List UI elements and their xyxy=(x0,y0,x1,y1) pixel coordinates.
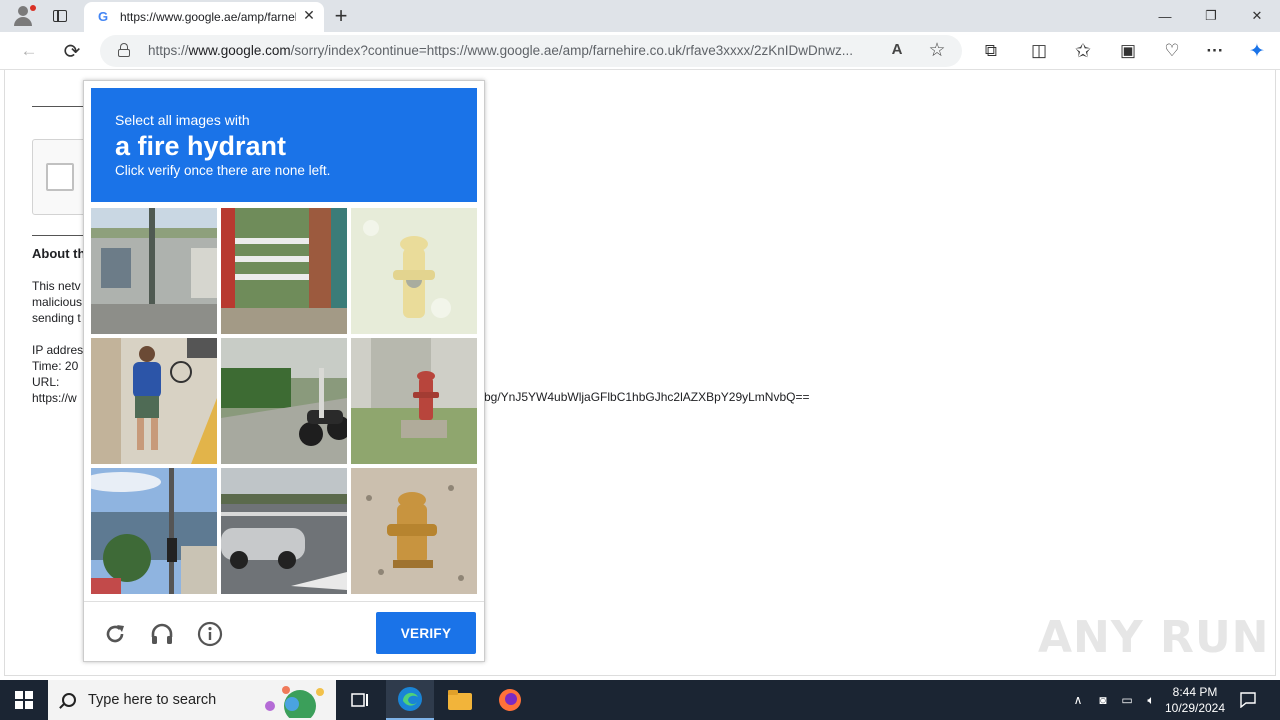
page-text-line: malicious xyxy=(32,295,83,309)
info-icon[interactable] xyxy=(196,620,224,648)
collections-icon[interactable]: ▣ xyxy=(1113,36,1143,66)
more-menu-icon[interactable]: ··· xyxy=(1200,36,1230,66)
notifications-icon[interactable] xyxy=(1234,680,1262,720)
search-icon xyxy=(62,693,76,707)
tray-overflow-icon[interactable]: ∧ xyxy=(1068,680,1088,720)
minimize-button[interactable]: — xyxy=(1142,0,1188,32)
reload-button[interactable]: ⟳ xyxy=(57,36,87,66)
page-text-line: IP addres xyxy=(32,343,84,357)
tile-traffic-light[interactable] xyxy=(91,468,217,594)
taskbar-clock[interactable]: 8:44 PM 10/29/2024 xyxy=(1160,680,1230,720)
favorite-star-icon[interactable]: ☆ xyxy=(926,39,948,61)
page-text-line: https://w xyxy=(32,391,77,405)
address-url[interactable]: https://www.google.com/sorry/index?conti… xyxy=(148,43,878,58)
page-text-line: sending t xyxy=(32,311,81,325)
taskbar-edge-icon[interactable] xyxy=(386,680,434,720)
tile-hydrant-yellow-faded[interactable] xyxy=(351,208,477,334)
tile-man-walking[interactable] xyxy=(91,338,217,464)
search-highlight-icon xyxy=(262,684,332,720)
taskbar-search-box[interactable]: Type here to search xyxy=(48,680,336,720)
taskbar-file-explorer-icon[interactable] xyxy=(436,680,484,720)
page-text-line: Time: 20 xyxy=(32,359,79,373)
tab-title: https://www.google.ae/amp/farnehire.co.u… xyxy=(120,10,296,24)
clock-date: 10/29/2024 xyxy=(1164,701,1226,715)
windows-taskbar: Type here to search ∧ ◙ ▭ 🔈︎ 8:44 PM 10/… xyxy=(0,680,1280,720)
close-window-button[interactable]: ✕ xyxy=(1234,0,1280,32)
browser-essentials-icon[interactable]: ♡ xyxy=(1157,36,1187,66)
browser-toolbar: ← ⟳ https://www.google.com/sorry/index?c… xyxy=(0,32,1280,70)
page-text-line: This netv xyxy=(32,279,81,293)
task-view-icon[interactable] xyxy=(340,680,380,720)
tray-app-icon[interactable]: ◙ xyxy=(1092,680,1114,720)
back-button[interactable]: ← xyxy=(14,36,44,66)
windows-start-icon[interactable] xyxy=(0,680,48,720)
lock-icon[interactable] xyxy=(118,43,130,57)
browser-title-bar: G https://www.google.ae/amp/farnehire.co… xyxy=(0,0,1280,32)
image-grid xyxy=(91,208,478,595)
tile-building-street[interactable] xyxy=(91,208,217,334)
read-aloud-icon[interactable]: A xyxy=(886,41,908,61)
tab-actions-icon[interactable] xyxy=(46,0,74,32)
page-url-tail: bg/YnJ5YW4ubWljaGFlbC1hbGJhc2lAZXBpY29yL… xyxy=(484,390,810,404)
tile-motorcycles[interactable] xyxy=(221,338,347,464)
restore-button[interactable]: ❐ xyxy=(1188,0,1234,32)
tile-car-road[interactable] xyxy=(221,468,347,594)
challenge-header: Select all images with a fire hydrant Cl… xyxy=(91,88,477,202)
verify-button[interactable]: VERIFY xyxy=(376,612,476,654)
tab-close-icon[interactable]: ✕ xyxy=(300,7,318,24)
audio-challenge-icon[interactable] xyxy=(148,620,176,648)
page-text-line: URL: xyxy=(32,375,60,389)
reload-challenge-icon[interactable] xyxy=(101,620,129,648)
new-tab-button[interactable]: + xyxy=(328,0,354,32)
challenge-select-text: Select all images with xyxy=(115,112,250,128)
challenge-footer: VERIFY xyxy=(84,601,484,661)
recaptcha-checkbox[interactable] xyxy=(46,163,74,191)
network-icon[interactable]: ▭ xyxy=(1116,680,1138,720)
tile-hydrant-yellow[interactable] xyxy=(351,468,477,594)
google-favicon-icon: G xyxy=(97,9,109,24)
recaptcha-challenge: Select all images with a fire hydrant Cl… xyxy=(83,80,485,662)
profile-icon[interactable] xyxy=(8,0,40,32)
anyrun-watermark: ANY RUN xyxy=(1038,612,1270,663)
challenge-instruction: Click verify once there are none left. xyxy=(115,163,331,178)
copilot-icon[interactable]: ✦ xyxy=(1242,36,1272,66)
split-screen-icon[interactable]: ◫ xyxy=(1024,36,1054,66)
tile-hydrant-red[interactable] xyxy=(351,338,477,464)
extensions-icon[interactable]: ⧉ xyxy=(976,36,1006,66)
browser-tab-active[interactable]: G https://www.google.ae/amp/farnehire.co… xyxy=(84,2,324,32)
search-placeholder: Type here to search xyxy=(88,692,217,708)
clock-time: 8:44 PM xyxy=(1172,685,1218,699)
volume-icon[interactable]: 🔈︎ xyxy=(1140,680,1162,720)
about-heading: About th xyxy=(32,246,86,261)
taskbar-firefox-icon[interactable] xyxy=(486,680,534,720)
tile-fence-plants[interactable] xyxy=(221,208,347,334)
address-bar[interactable]: https://www.google.com/sorry/index?conti… xyxy=(100,35,962,67)
challenge-target: a fire hydrant xyxy=(115,131,287,161)
favorites-icon[interactable]: ✩ xyxy=(1068,36,1098,66)
